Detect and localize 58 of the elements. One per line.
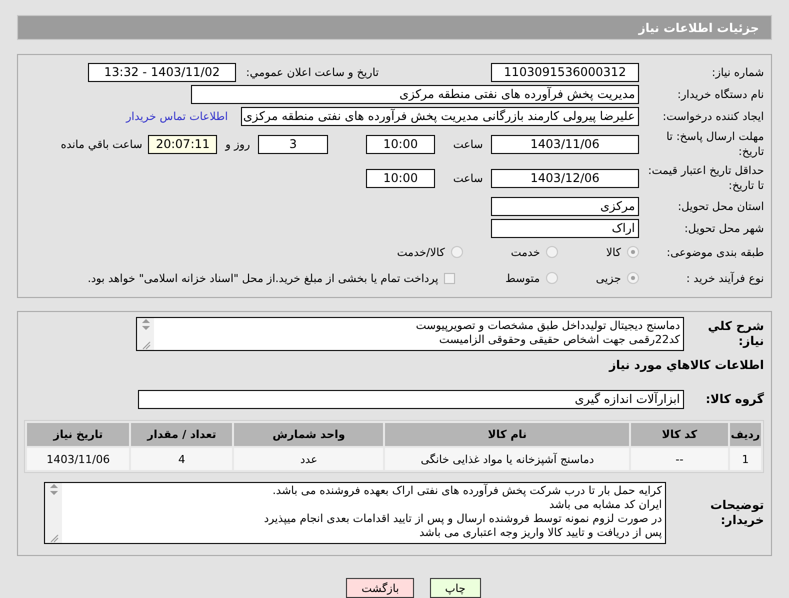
column-header: تعداد / مقدار	[131, 423, 232, 446]
column-header: واحد شمارش	[234, 423, 384, 446]
option-label: کالا/خدمت	[397, 246, 445, 258]
option-label: خدمت	[510, 246, 540, 258]
field-label: حداقل تاریخ اعتبار قیمت: تا تاریخ:	[647, 163, 764, 193]
option-label: پرداخت تمام یا بخشی از مبلغ خرید.از محل "اسناد خزانه اسلامی" خواهد بود.	[88, 272, 438, 284]
table-cell: 1403/11/06	[27, 448, 130, 470]
time-field: 10:00	[366, 134, 436, 154]
requester-field: علیرضا پیرولی کارمند بازرگانی مدیریت پخش فرآورده های نفتی منطقه مرکزی	[241, 106, 639, 126]
field-label: نام دستگاه خریدار:	[676, 86, 764, 102]
column-header: تاریخ نیاز	[27, 423, 130, 446]
time-label: ساعت	[453, 172, 483, 184]
remaining-label: ساعت باقي مانده	[60, 138, 142, 150]
field-label: تاريخ و ساعت اعلان عمومي:	[245, 64, 380, 80]
table-cell: --	[631, 448, 728, 470]
checkbox[interactable]	[444, 272, 456, 284]
time-field: 10:00	[366, 168, 436, 188]
field-label: شماره نیاز:	[710, 64, 764, 80]
province-field: مرکزی	[491, 196, 639, 216]
option-label: متوسط	[505, 272, 540, 284]
buyer-notes-text: کرایه حمل بار تا درب شرکت پخش فرآورده های نفتی اراک بعهده فروشنده می باشد. ایران کد مشابه می باشد در صورت لزوم نمونه توسط فروشنده ارسال و پس از تایید اقدامات بعدی انجام میپذیرد پس از دریافت و تایید کالا واریز وجه اعتباری می باشد	[262, 483, 663, 541]
table-cell: 4	[131, 448, 232, 470]
field-label: طبقه بندی موضوعی:	[666, 244, 764, 260]
column-header: نام کالا	[385, 423, 630, 446]
scroll-bar[interactable]	[137, 318, 154, 350]
option-label: کالا	[606, 246, 621, 258]
time-label: ساعت	[453, 138, 483, 150]
buyer-org-field: مدیریت پخش فرآورده های نفتی منطقه مرکزی	[191, 84, 639, 104]
field-label: ایجاد کننده درخواست:	[662, 108, 764, 124]
field-label: نوع فرآیند خرید :	[685, 270, 764, 286]
option-label: جزیی	[596, 272, 621, 284]
buyer-contact-link[interactable]: اطلاعات تماس خریدار	[126, 110, 228, 122]
field-label: توضیحات خریدار:	[709, 498, 764, 528]
remaining-time-field: 20:07:11	[148, 134, 218, 154]
table-cell: دماسنج آشپزخانه یا مواد غذایی خانگی	[385, 448, 630, 470]
days-field: 3	[258, 134, 328, 154]
field-label: استان محل تحویل:	[676, 198, 764, 214]
column-header: کد کالا	[631, 423, 728, 446]
description-text: دماسنج دیجیتال تولیدداخل طبق مشخصات و تصویرپیوست کد22رقمی جهت اشخاص حقیقی وحقوقی الزامیست	[414, 318, 681, 348]
field-label: شرح کلي نياز:	[706, 319, 764, 349]
table-cell: 1	[730, 448, 761, 470]
field-label: مهلت ارسال پاسخ: تا تاریخ:	[665, 129, 764, 159]
back-button[interactable]: بازگشت	[346, 578, 414, 598]
days-label: روز و	[225, 138, 250, 150]
field-label: شهر محل تحویل:	[683, 220, 764, 236]
page-title: جزئيات اطلاعات نياز	[638, 20, 759, 34]
date-field: 1403/11/06	[491, 134, 639, 154]
announce-date-field: 1403/11/02 - 13:32	[88, 62, 236, 82]
need-number-field: 1103091536000312	[491, 62, 639, 82]
date-field: 1403/12/06	[491, 168, 639, 188]
city-field: اراک	[491, 218, 639, 238]
table-cell: عدد	[234, 448, 384, 470]
field-label: گروه کالا:	[704, 392, 764, 406]
section-title: اطلاعات کالاهاي مورد نياز	[608, 358, 764, 372]
goods-group-field: ابزارآلات اندازه گیری	[138, 390, 684, 408]
column-header: ردیف	[730, 423, 761, 446]
print-button[interactable]: چاپ	[430, 578, 481, 598]
scroll-bar[interactable]	[45, 483, 62, 543]
